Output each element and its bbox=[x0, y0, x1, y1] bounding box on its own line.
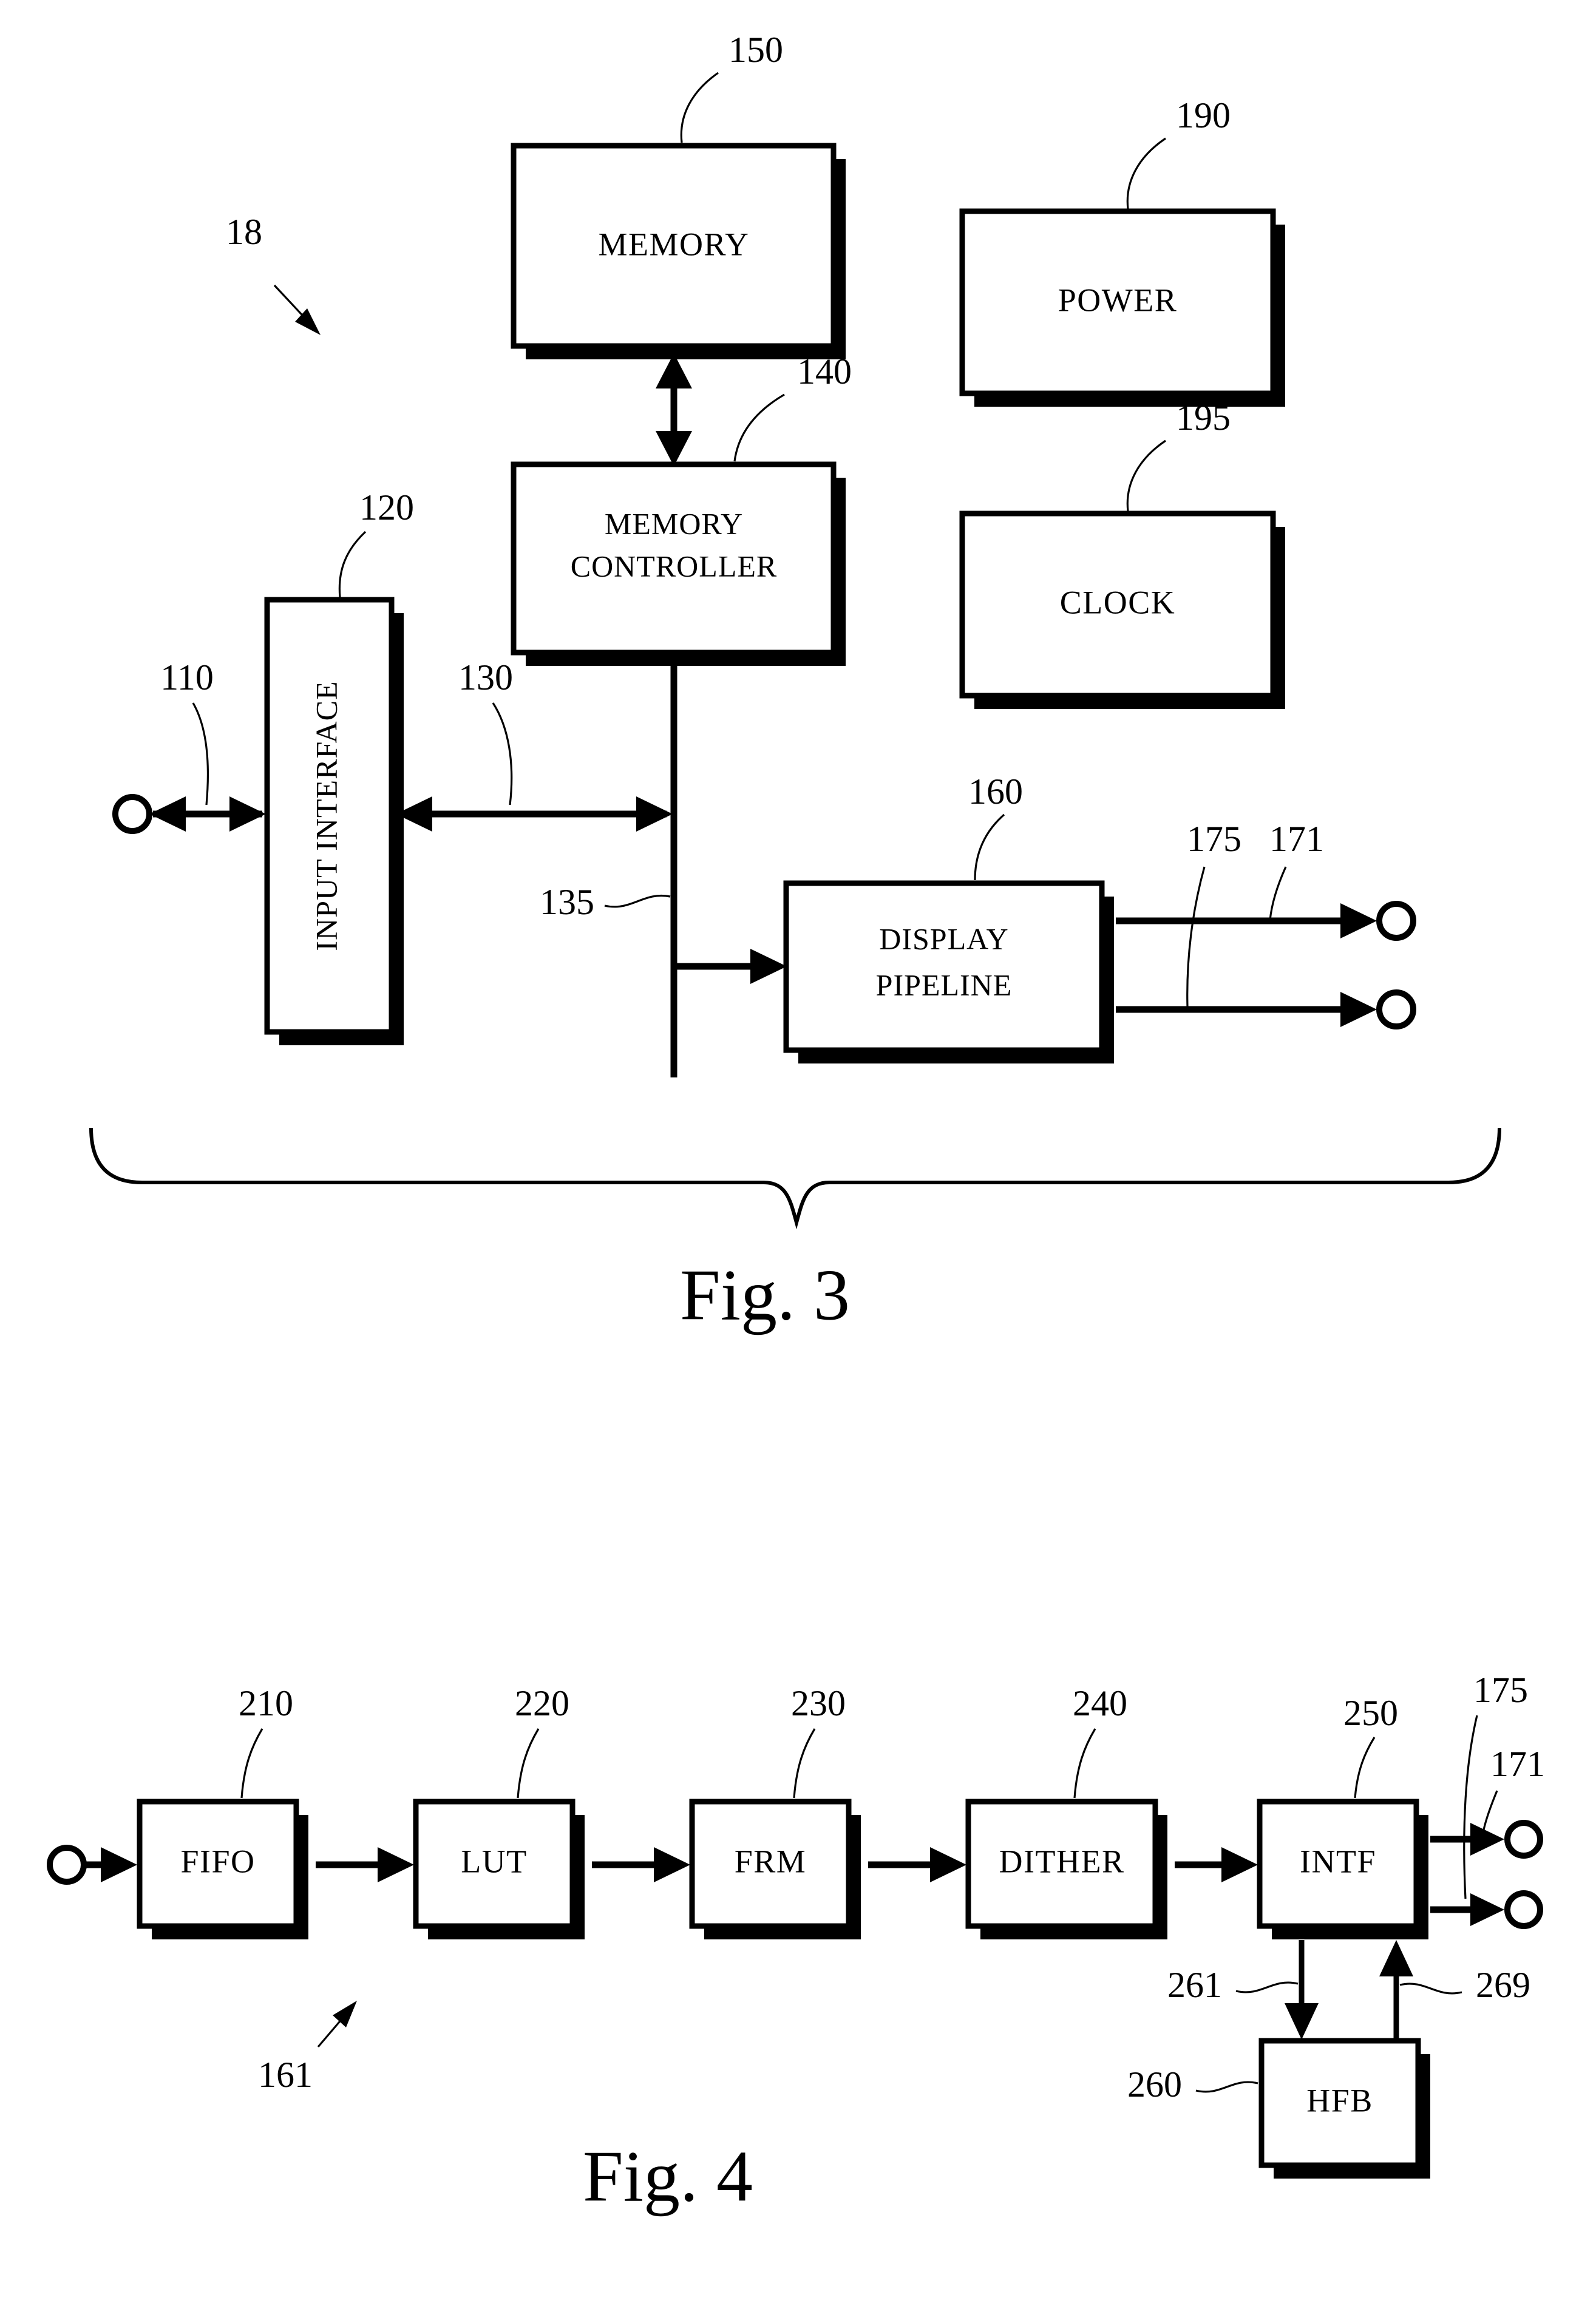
port-pipeline-input bbox=[47, 1845, 137, 1885]
ref-number-240: 240 bbox=[1073, 1683, 1127, 1723]
wire-interface-bus-130 bbox=[396, 796, 673, 832]
wire-lut-to-frm bbox=[592, 1847, 690, 1882]
block-lut: LUT bbox=[413, 1799, 585, 1939]
block-hfb: HFB bbox=[1258, 2038, 1430, 2179]
ref-number-171-fig3: 171 bbox=[1269, 819, 1324, 859]
block-clock: CLOCK bbox=[959, 510, 1285, 709]
wire-fifo-to-lut bbox=[316, 1847, 414, 1882]
ref-number-269: 269 bbox=[1476, 1965, 1530, 2005]
block-memory-controller: MEMORY CONTROLLER bbox=[511, 461, 846, 666]
ref-number-135: 135 bbox=[540, 882, 594, 922]
ref-callout-18: 18 bbox=[226, 212, 321, 335]
figure-3-and-4-drawing: MEMORY 150 POWER 190 CLOCK 195 MEMORY CO… bbox=[47, 30, 1545, 2217]
ref-callout-190: 190 bbox=[1126, 95, 1231, 209]
ref-callout-171-fig3: 171 bbox=[1269, 819, 1324, 921]
figure3-brace bbox=[89, 1127, 1501, 1230]
ref-callout-140: 140 bbox=[733, 351, 852, 462]
wire-intf-to-hfb-261 bbox=[1285, 1940, 1319, 2040]
block-power: POWER bbox=[959, 208, 1285, 407]
block-hfb-label: HFB bbox=[1306, 2082, 1373, 2118]
block-input-interface-label: INPUT INTERFACE bbox=[309, 680, 343, 951]
ref-number-220: 220 bbox=[515, 1683, 569, 1723]
ref-number-120: 120 bbox=[359, 487, 414, 527]
block-power-label: POWER bbox=[1058, 282, 1178, 318]
wire-dither-to-intf bbox=[1175, 1847, 1258, 1882]
ref-callout-150: 150 bbox=[680, 30, 783, 143]
block-dither: DITHER bbox=[965, 1799, 1167, 1939]
ref-callout-130: 130 bbox=[458, 657, 513, 806]
ref-callout-210: 210 bbox=[239, 1683, 293, 1799]
ref-number-171-fig4: 171 bbox=[1490, 1744, 1545, 1784]
ref-callout-175-fig4: 175 bbox=[1463, 1670, 1528, 1899]
ref-callout-160: 160 bbox=[968, 772, 1023, 881]
ref-number-260: 260 bbox=[1127, 2064, 1182, 2105]
block-intf-label: INTF bbox=[1300, 1843, 1376, 1879]
ref-callout-120: 120 bbox=[338, 487, 414, 598]
block-display-pipeline: DISPLAY PIPELINE bbox=[783, 880, 1114, 1063]
wire-memory-to-controller bbox=[656, 353, 692, 466]
ref-number-140: 140 bbox=[797, 351, 852, 392]
ref-number-130: 130 bbox=[458, 657, 513, 697]
block-intf: INTF bbox=[1257, 1799, 1428, 1939]
output-upper-171 bbox=[1116, 901, 1416, 941]
wire-hfb-to-intf-269 bbox=[1379, 1940, 1413, 2040]
block-input-interface: INPUT INTERFACE bbox=[264, 597, 404, 1045]
block-memory-controller-label-line2: CONTROLLER bbox=[571, 549, 778, 583]
ref-number-250: 250 bbox=[1343, 1693, 1398, 1733]
port-host-110 bbox=[112, 794, 266, 834]
ref-callout-260: 260 bbox=[1127, 2064, 1258, 2105]
block-memory: MEMORY bbox=[511, 143, 846, 359]
ref-callout-220: 220 bbox=[515, 1683, 569, 1799]
patent-drawing-sheet: MEMORY 150 POWER 190 CLOCK 195 MEMORY CO… bbox=[0, 0, 1596, 2303]
block-fifo: FIFO bbox=[137, 1799, 308, 1939]
ref-callout-250: 250 bbox=[1343, 1693, 1398, 1799]
ref-callout-161: 161 bbox=[258, 2001, 357, 2095]
block-memory-controller-label-line1: MEMORY bbox=[605, 506, 743, 540]
ref-callout-240: 240 bbox=[1073, 1683, 1127, 1799]
ref-number-175-fig3: 175 bbox=[1187, 819, 1241, 859]
block-dither-label: DITHER bbox=[999, 1843, 1125, 1879]
wire-frm-to-dither bbox=[868, 1847, 966, 1882]
ref-number-150: 150 bbox=[728, 30, 783, 70]
ref-number-161: 161 bbox=[258, 2055, 313, 2095]
block-display-pipeline-label-line1: DISPLAY bbox=[879, 921, 1009, 955]
ref-number-160: 160 bbox=[968, 772, 1023, 812]
ref-number-18: 18 bbox=[226, 212, 262, 252]
ref-callout-135: 135 bbox=[540, 882, 671, 922]
block-fifo-label: FIFO bbox=[180, 1843, 255, 1879]
output-lower-175 bbox=[1116, 989, 1416, 1029]
wire-pipeline-bus-135 bbox=[670, 653, 787, 1077]
figure-4-caption: Fig. 4 bbox=[583, 2136, 753, 2217]
ref-number-230: 230 bbox=[791, 1683, 846, 1723]
block-display-pipeline-label-line2: PIPELINE bbox=[876, 968, 1013, 1002]
ref-number-261: 261 bbox=[1167, 1965, 1222, 2005]
fig4-output-lower-175 bbox=[1430, 1890, 1543, 1929]
figure-3-caption: Fig. 3 bbox=[680, 1255, 850, 1335]
block-frm-label: FRM bbox=[735, 1843, 807, 1879]
ref-number-190: 190 bbox=[1176, 95, 1231, 135]
fig4-output-upper-171 bbox=[1430, 1820, 1543, 1859]
ref-callout-195: 195 bbox=[1126, 398, 1231, 512]
block-lut-label: LUT bbox=[461, 1843, 527, 1879]
ref-callout-175-fig3: 175 bbox=[1186, 819, 1241, 1007]
ref-callout-230: 230 bbox=[791, 1683, 846, 1799]
ref-number-110: 110 bbox=[160, 657, 214, 697]
block-frm: FRM bbox=[689, 1799, 861, 1939]
ref-callout-269: 269 bbox=[1399, 1965, 1530, 2005]
block-clock-label: CLOCK bbox=[1060, 584, 1176, 620]
ref-number-195: 195 bbox=[1176, 398, 1231, 438]
block-memory-label: MEMORY bbox=[598, 226, 749, 262]
ref-number-210: 210 bbox=[239, 1683, 293, 1723]
ref-number-175-fig4: 175 bbox=[1473, 1670, 1528, 1710]
ref-callout-110: 110 bbox=[160, 657, 214, 806]
ref-callout-261: 261 bbox=[1167, 1965, 1299, 2005]
